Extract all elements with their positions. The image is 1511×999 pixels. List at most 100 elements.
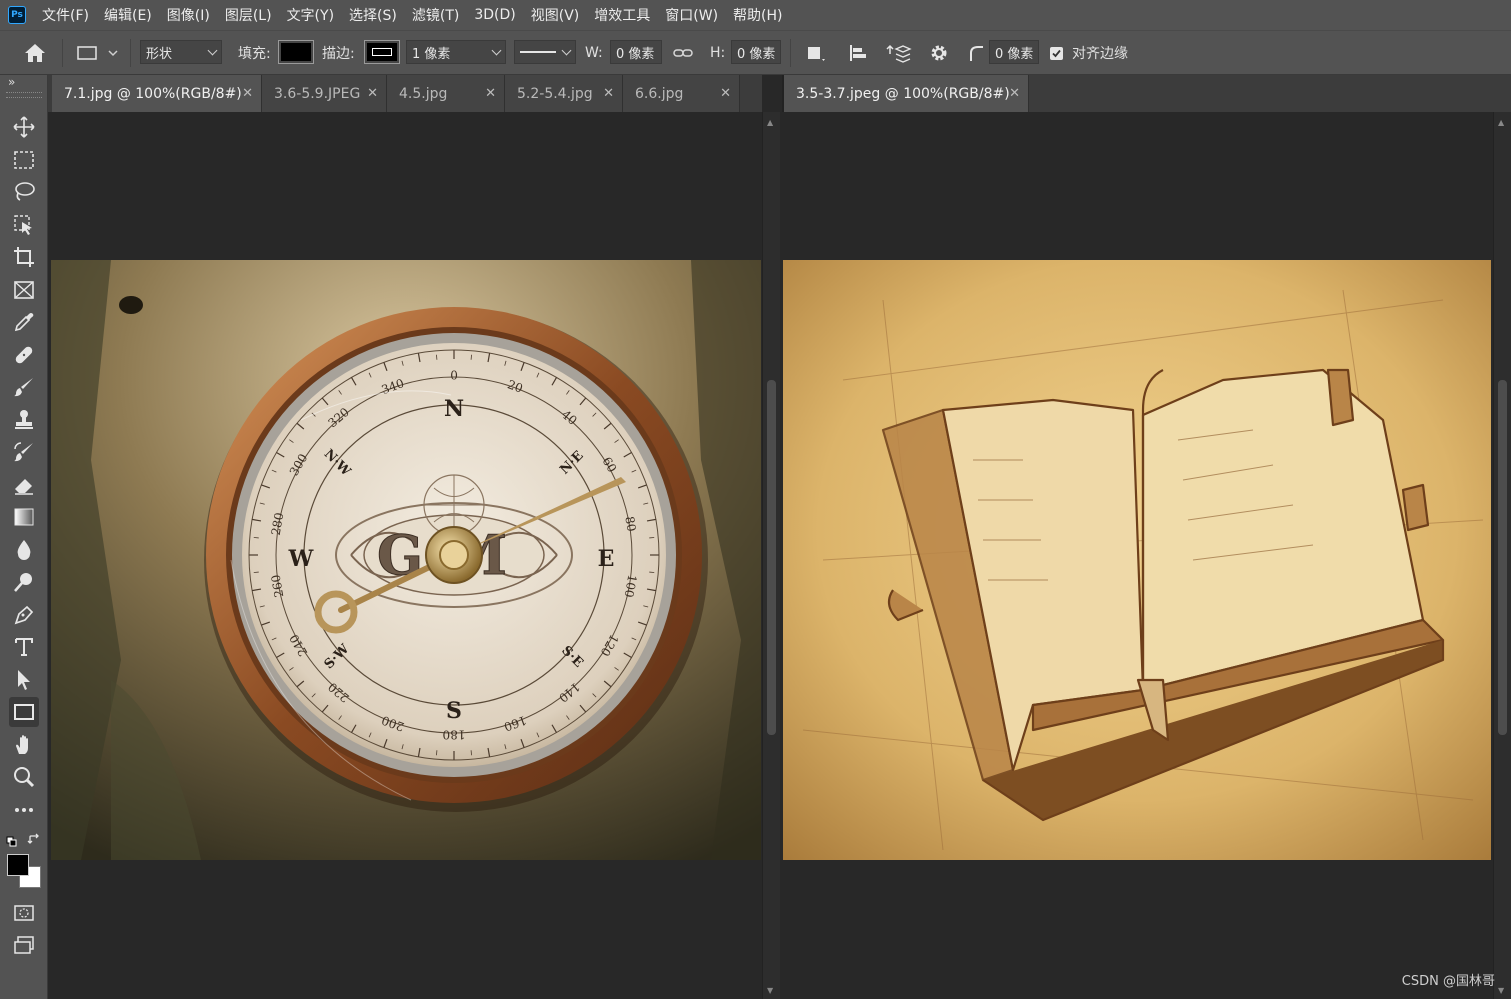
tab-label: 5.2-5.4.jpg bbox=[517, 85, 593, 102]
rectangle-tool[interactable] bbox=[9, 697, 39, 727]
stroke-width-input[interactable]: 1 像素 bbox=[406, 40, 506, 64]
chevron-down-icon bbox=[491, 45, 502, 56]
tab-5-2-5-4[interactable]: 5.2-5.4.jpg ✕ bbox=[505, 75, 623, 112]
history-brush-icon bbox=[14, 442, 33, 462]
zoom-tool[interactable] bbox=[9, 762, 39, 792]
path-selection-tool[interactable] bbox=[9, 665, 39, 695]
right-vertical-scrollbar[interactable]: ▲ ▼ bbox=[1493, 112, 1511, 999]
history-brush-tool[interactable] bbox=[9, 437, 39, 467]
frame-icon bbox=[14, 281, 34, 299]
home-icon bbox=[25, 44, 45, 62]
swap-colors-button[interactable] bbox=[27, 832, 41, 851]
tab-3-5-3-7[interactable]: 3.5-3.7.jpeg @ 100%(RGB/8#) ✕ bbox=[784, 75, 1029, 112]
tab-label: 3.5-3.7.jpeg @ 100%(RGB/8#) bbox=[796, 85, 1010, 102]
tab-4-5[interactable]: 4.5.jpg ✕ bbox=[387, 75, 505, 112]
menu-layer[interactable]: 图层(L) bbox=[225, 5, 272, 25]
close-icon[interactable]: ✕ bbox=[720, 86, 731, 101]
checkbox-checked-icon bbox=[1050, 46, 1063, 60]
left-vertical-scrollbar[interactable]: ▲ ▼ bbox=[762, 112, 780, 999]
menu-image[interactable]: 图像(I) bbox=[167, 5, 210, 25]
scroll-up-icon[interactable]: ▲ bbox=[767, 118, 773, 127]
geometry-settings-button[interactable] bbox=[928, 31, 950, 75]
menu-type[interactable]: 文字(Y) bbox=[287, 5, 334, 25]
path-operations-button[interactable] bbox=[804, 31, 828, 75]
close-icon[interactable]: ✕ bbox=[485, 86, 496, 101]
width-input[interactable]: 0 像素 bbox=[610, 40, 662, 64]
right-canvas-area[interactable] bbox=[782, 112, 1493, 999]
clone-stamp-tool[interactable] bbox=[9, 405, 39, 435]
shape-mode-select[interactable]: 形状 bbox=[140, 40, 222, 64]
scroll-up-icon[interactable]: ▲ bbox=[1498, 118, 1504, 127]
path-alignment-button[interactable] bbox=[846, 31, 870, 75]
gradient-tool[interactable] bbox=[9, 502, 39, 532]
cardinal-e: E bbox=[598, 546, 615, 572]
cardinal-w: W bbox=[288, 546, 314, 572]
menu-3d[interactable]: 3D(D) bbox=[474, 7, 515, 23]
home-button[interactable] bbox=[22, 31, 48, 75]
default-colors-button[interactable] bbox=[6, 833, 18, 852]
menu-plugins[interactable]: 增效工具 bbox=[594, 5, 650, 25]
stroke-type-select[interactable] bbox=[514, 40, 576, 64]
tab-7-1[interactable]: 7.1.jpg @ 100%(RGB/8#) ✕ bbox=[52, 75, 262, 112]
menu-view[interactable]: 视图(V) bbox=[531, 5, 580, 25]
eyedropper-tool[interactable] bbox=[9, 307, 39, 337]
screen-mode-icon bbox=[14, 936, 34, 954]
menu-file[interactable]: 文件(F) bbox=[42, 5, 89, 25]
link-dimensions-button[interactable] bbox=[672, 31, 694, 75]
menu-filter[interactable]: 滤镜(T) bbox=[412, 5, 459, 25]
hand-tool[interactable] bbox=[9, 730, 39, 760]
screen-mode-button[interactable] bbox=[9, 930, 39, 960]
path-arrangement-button[interactable] bbox=[886, 31, 912, 75]
height-input[interactable]: 0 像素 bbox=[731, 40, 781, 64]
scroll-thumb[interactable] bbox=[767, 380, 776, 735]
rectangle-preset-icon bbox=[77, 46, 97, 60]
left-document-tabbar: 7.1.jpg @ 100%(RGB/8#) ✕ 3.6-5.9.JPEG ✕ … bbox=[48, 75, 762, 112]
foreground-color-swatch[interactable] bbox=[7, 854, 29, 876]
lasso-icon bbox=[15, 182, 35, 201]
corner-radius-icon bbox=[970, 46, 983, 61]
menu-window[interactable]: 窗口(W) bbox=[665, 5, 718, 25]
chevron-down-icon bbox=[108, 50, 118, 57]
compass-image: 0 20 40 60 80 100 120 140 160 180 200 22… bbox=[51, 260, 761, 860]
eraser-tool[interactable] bbox=[9, 470, 39, 500]
tab-3-6-5-9[interactable]: 3.6-5.9.JPEG ✕ bbox=[262, 75, 387, 112]
tab-6-6[interactable]: 6.6.jpg ✕ bbox=[623, 75, 740, 112]
move-tool[interactable] bbox=[9, 112, 39, 142]
close-icon[interactable]: ✕ bbox=[1009, 86, 1020, 101]
menu-select[interactable]: 选择(S) bbox=[349, 5, 397, 25]
pen-icon bbox=[14, 605, 34, 625]
collapse-panel-icon[interactable]: » bbox=[8, 75, 15, 89]
frame-tool[interactable] bbox=[9, 275, 39, 305]
align-edges-checkbox[interactable]: 对齐边缘 bbox=[1050, 31, 1128, 75]
object-selection-tool[interactable] bbox=[9, 210, 39, 240]
brush-tool[interactable] bbox=[9, 372, 39, 402]
blur-tool[interactable] bbox=[9, 535, 39, 565]
scroll-down-icon[interactable]: ▼ bbox=[767, 986, 773, 995]
healing-brush-tool[interactable] bbox=[9, 340, 39, 370]
tab-label: 4.5.jpg bbox=[399, 85, 448, 102]
crop-tool[interactable] bbox=[9, 242, 39, 272]
pen-tool[interactable] bbox=[9, 600, 39, 630]
marquee-tool[interactable] bbox=[9, 145, 39, 175]
width-value: 0 像素 bbox=[616, 46, 655, 62]
menu-edit[interactable]: 编辑(E) bbox=[104, 5, 152, 25]
left-canvas-area[interactable]: 0 20 40 60 80 100 120 140 160 180 200 22… bbox=[48, 112, 762, 999]
close-icon[interactable]: ✕ bbox=[603, 86, 614, 101]
close-icon[interactable]: ✕ bbox=[367, 86, 378, 101]
corner-radius-input[interactable]: 0 像素 bbox=[989, 40, 1039, 64]
fill-swatch[interactable] bbox=[278, 40, 314, 64]
menu-help[interactable]: 帮助(H) bbox=[733, 5, 782, 25]
tool-preset-picker[interactable] bbox=[76, 31, 120, 75]
stroke-swatch[interactable] bbox=[364, 40, 400, 64]
scroll-thumb[interactable] bbox=[1498, 380, 1507, 735]
lasso-tool[interactable] bbox=[9, 177, 39, 207]
panel-grip[interactable] bbox=[6, 92, 42, 98]
corner-radius-value: 0 像素 bbox=[995, 46, 1034, 62]
scroll-down-icon[interactable]: ▼ bbox=[1498, 986, 1504, 995]
type-tool[interactable] bbox=[9, 632, 39, 662]
close-icon[interactable]: ✕ bbox=[242, 86, 253, 101]
dodge-tool[interactable] bbox=[9, 567, 39, 597]
stroke-indicator-icon bbox=[372, 48, 392, 56]
quick-mask-button[interactable] bbox=[9, 898, 39, 928]
edit-toolbar-button[interactable] bbox=[9, 795, 39, 825]
